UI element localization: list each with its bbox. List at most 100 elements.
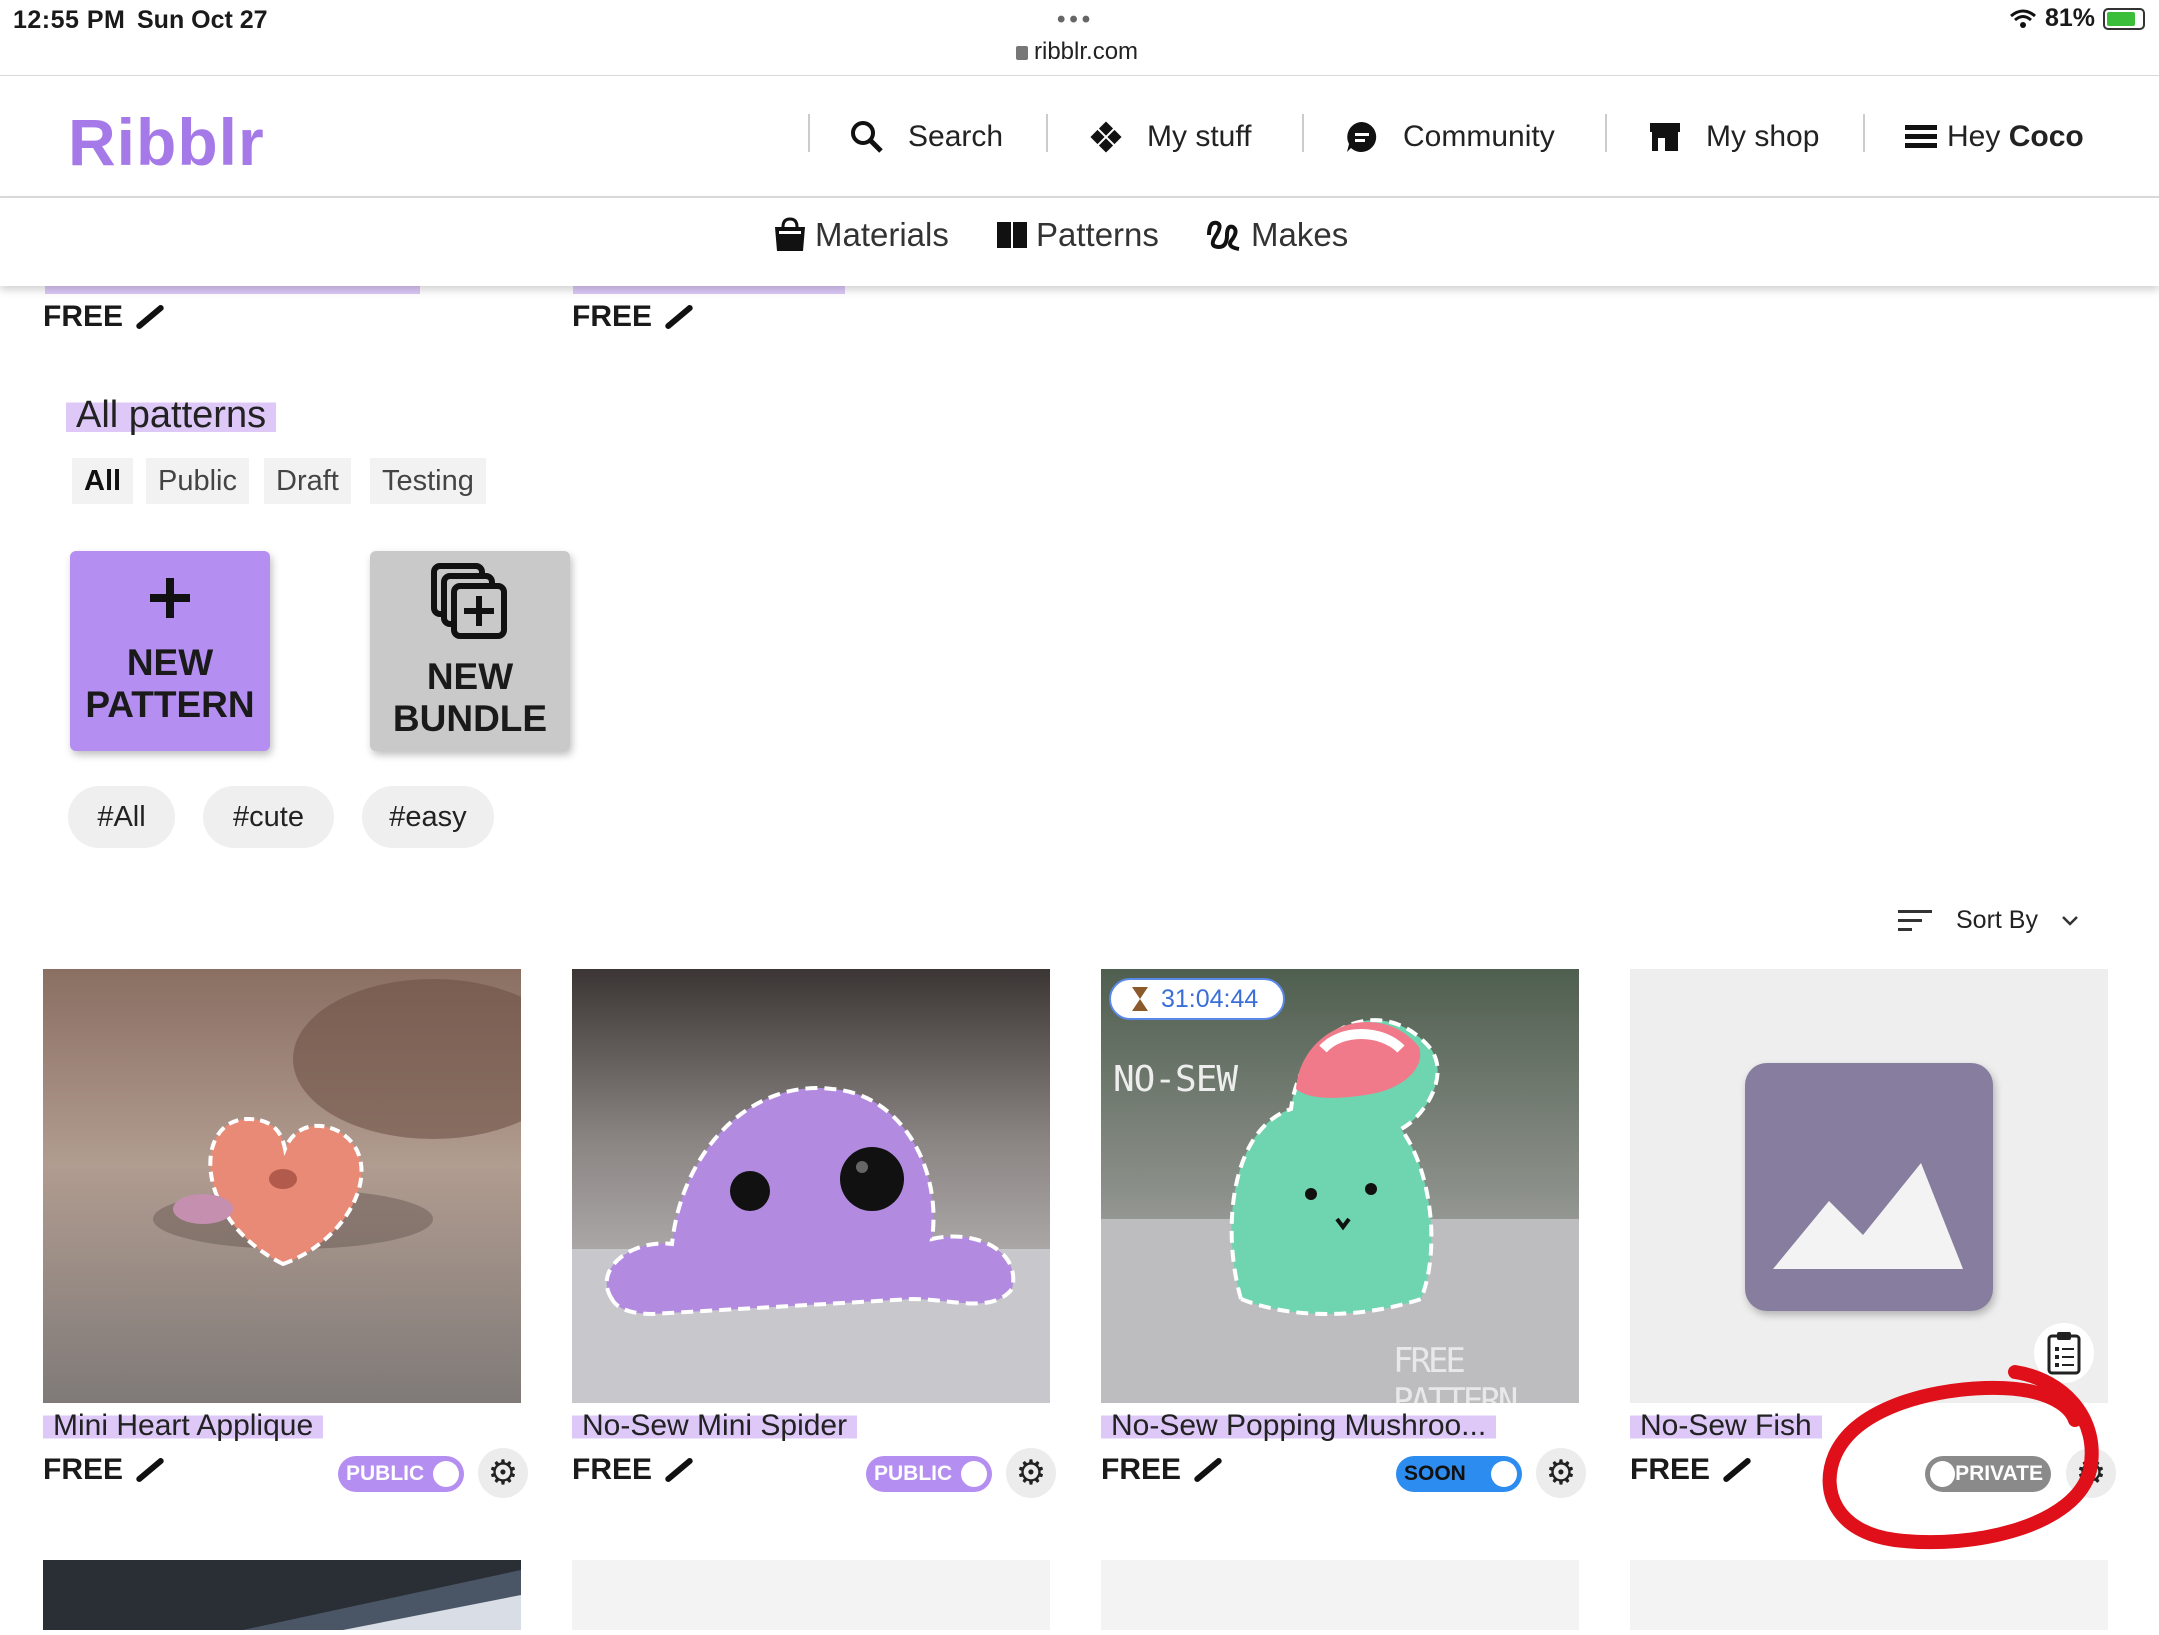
image-placeholder-icon — [1745, 1063, 1993, 1311]
toggle-label: SOON — [1404, 1462, 1466, 1485]
user-name: Coco — [2008, 120, 2084, 153]
settings-gear-icon[interactable]: ⚙ — [478, 1448, 528, 1498]
clipboard-button[interactable] — [2034, 1323, 2094, 1383]
pattern-card-image[interactable] — [572, 969, 1050, 1403]
pattern-price: FREE — [1630, 1453, 1754, 1487]
brush-icon — [664, 303, 694, 331]
hourglass-icon — [1132, 987, 1148, 1011]
sort-by-label: Sort By — [1956, 906, 2038, 934]
pattern-price: FREE — [43, 1453, 167, 1487]
price-label: FREE — [572, 300, 653, 333]
heart-applique-photo — [43, 969, 521, 1403]
status-date: Sun Oct 27 — [137, 6, 268, 34]
new-pattern-line2: PATTERN — [85, 684, 255, 725]
pattern-title[interactable]: No-Sew Popping Mushroo... — [1101, 1409, 1497, 1443]
tag-cute[interactable]: #cute — [203, 786, 334, 848]
subnav-makes-label: Makes — [1251, 216, 1349, 253]
status-right: 81% — [2009, 4, 2145, 33]
search-icon — [851, 121, 883, 153]
pattern-price: FREE — [572, 1453, 696, 1487]
pattern-title[interactable]: No-Sew Fish — [1630, 1409, 1822, 1443]
pattern-title-text: No-Sew Mini Spider — [572, 1409, 858, 1442]
subnav-materials[interactable]: Materials — [773, 216, 949, 254]
clipboard-icon — [2047, 1332, 2081, 1375]
plus-icon — [150, 578, 190, 618]
mini-spider-photo — [572, 969, 1050, 1403]
new-pattern-button[interactable]: NEW PATTERN — [70, 551, 270, 751]
filter-draft[interactable]: Draft — [264, 458, 351, 504]
price-label: FREE — [572, 1453, 653, 1486]
pattern-card-image[interactable] — [1630, 969, 2108, 1403]
mountain-icon — [1773, 1163, 1963, 1269]
pattern-title-text: No-Sew Fish — [1630, 1409, 1822, 1442]
pattern-card-image[interactable] — [43, 969, 521, 1403]
visibility-toggle[interactable]: PRIVATE — [1925, 1456, 2051, 1492]
tag-easy[interactable]: #easy — [362, 786, 494, 848]
address-bar[interactable]: ribblr.com — [1016, 38, 1138, 66]
battery-percent: 81% — [2044, 4, 2095, 32]
tag-all[interactable]: #All — [68, 786, 175, 848]
visibility-toggle[interactable]: PUBLIC — [338, 1456, 464, 1492]
toggle-knob — [1491, 1461, 1517, 1487]
price-label: FREE — [43, 1453, 124, 1486]
toggle-label: PUBLIC — [874, 1462, 953, 1485]
settings-gear-icon[interactable]: ⚙ — [1536, 1448, 1586, 1498]
more-dots-icon[interactable]: ••• — [1057, 6, 1094, 34]
nav-search[interactable]: Search — [850, 76, 1003, 198]
storefront-icon — [1650, 123, 1680, 151]
pattern-card-image[interactable]: NO-SEW FREE PATTERN 31:04:44 — [1101, 969, 1579, 1403]
hamburger-icon — [1905, 125, 1937, 148]
pattern-card-image[interactable] — [1101, 1560, 1579, 1630]
toggle-knob — [433, 1461, 459, 1487]
nav-my-stuff[interactable]: My stuff — [1089, 76, 1251, 198]
popping-mushroom-photo — [1101, 969, 1579, 1403]
toggle-knob — [961, 1461, 987, 1487]
top-header: Ribblr Search My stuff Community My shop… — [0, 76, 2159, 198]
status-time: 12:55 PM — [13, 6, 126, 34]
subnav-patterns[interactable]: Patterns — [996, 216, 1159, 254]
price-label: FREE — [1101, 1453, 1182, 1486]
subnav-makes[interactable]: Makes — [1205, 216, 1348, 254]
nav-divider — [1046, 114, 1048, 152]
category-nav: Materials Patterns Makes — [0, 198, 2159, 286]
pattern-title-text: Mini Heart Applique — [43, 1409, 324, 1442]
bag-icon — [775, 217, 805, 251]
settings-gear-icon[interactable]: ⚙ — [1006, 1448, 1056, 1498]
status-bar: 12:55 PM Sun Oct 27 ••• ribblr.com 81% — [0, 0, 2159, 76]
new-pattern-line1: NEW — [126, 642, 214, 683]
visibility-toggle[interactable]: PUBLIC — [866, 1456, 992, 1492]
brush-icon — [664, 1456, 694, 1484]
prev-price: FREE — [43, 300, 167, 334]
nav-divider — [1863, 114, 1865, 152]
subnav-materials-label: Materials — [815, 216, 949, 253]
pattern-card-image[interactable] — [43, 1560, 521, 1630]
nav-community[interactable]: Community — [1345, 76, 1555, 198]
nav-my-shop[interactable]: My shop — [1648, 76, 1819, 198]
prev-price: FREE — [572, 300, 696, 334]
pattern-card-image[interactable] — [572, 1560, 1050, 1630]
next-photo — [243, 1570, 521, 1630]
nav-divider — [1302, 114, 1304, 152]
pattern-title[interactable]: Mini Heart Applique — [43, 1409, 324, 1443]
timer-text: 31:04:44 — [1161, 984, 1259, 1013]
nav-my-shop-label: My shop — [1706, 120, 1820, 153]
price-label: FREE — [1630, 1453, 1711, 1486]
filter-all[interactable]: All — [72, 458, 134, 504]
url-text: ribblr.com — [1034, 38, 1139, 65]
lock-icon — [1016, 46, 1028, 60]
brush-icon — [135, 303, 165, 331]
pattern-title[interactable]: No-Sew Mini Spider — [572, 1409, 858, 1443]
brush-icon — [1722, 1456, 1752, 1484]
new-bundle-button[interactable]: NEW BUNDLE — [370, 551, 570, 751]
filter-public[interactable]: Public — [146, 458, 249, 504]
account-menu[interactable]: Hey Coco — [1905, 76, 2084, 198]
ribblr-logo[interactable]: Ribblr — [68, 104, 265, 180]
pattern-card-image[interactable] — [1630, 1560, 2108, 1630]
visibility-toggle[interactable]: SOON — [1396, 1456, 1522, 1492]
settings-gear-icon[interactable]: ⚙ — [2066, 1448, 2116, 1498]
wifi-icon — [2009, 9, 2036, 28]
sort-by-button[interactable]: Sort By — [1898, 906, 2078, 935]
toggle-knob — [1930, 1461, 1956, 1487]
filter-testing[interactable]: Testing — [370, 458, 486, 504]
section-title-text: All patterns — [66, 394, 277, 436]
